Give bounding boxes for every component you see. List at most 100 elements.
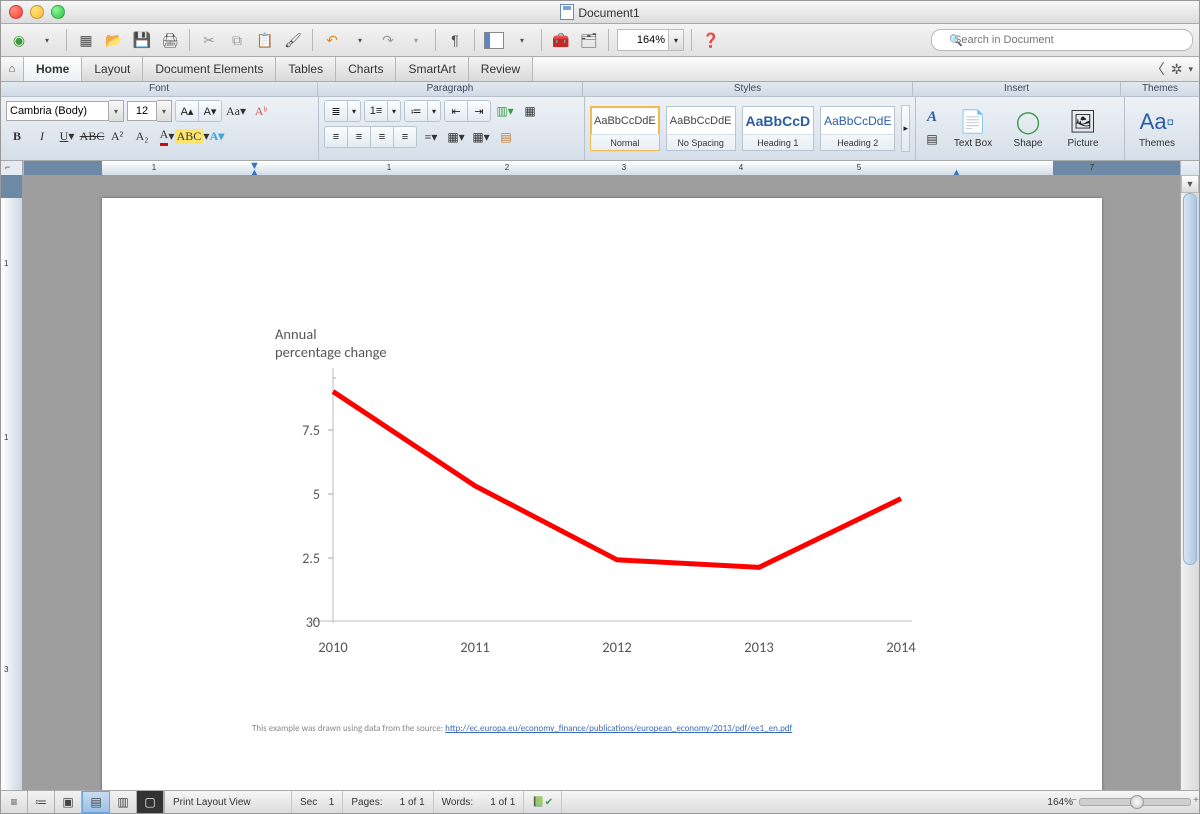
paste-icon[interactable]: 📋: [253, 28, 277, 52]
line-spacing-button[interactable]: ≡▾: [420, 127, 442, 147]
indent-buttons[interactable]: ⇤⇥: [444, 100, 491, 122]
status-words[interactable]: Words: 1 of 1: [434, 791, 525, 813]
print-icon[interactable]: 🖨: [158, 28, 182, 52]
view-fullscreen-button[interactable]: ▢: [137, 791, 164, 813]
styles-more-button[interactable]: ▸: [901, 105, 910, 152]
highlight-button[interactable]: ABC▾: [181, 126, 203, 146]
sidebar-dropdown-icon[interactable]: ▾: [510, 28, 534, 52]
superscript-button[interactable]: A²: [106, 126, 128, 146]
cut-icon[interactable]: ✂: [197, 28, 221, 52]
zoom-input[interactable]: [617, 29, 668, 51]
style-heading-1[interactable]: AaBbCcDHeading 1: [742, 106, 815, 151]
view-buttons: ≡ ≔ ▣ ▤ ▥ ▢: [1, 791, 165, 813]
themes-button[interactable]: Aa▫Themes: [1130, 106, 1184, 151]
tab-document-elements[interactable]: Document Elements: [143, 57, 276, 81]
toolbox-icon[interactable]: 🧰: [549, 28, 573, 52]
new-doc-icon[interactable]: ◉: [7, 28, 31, 52]
subscript-button[interactable]: A₂: [131, 126, 153, 146]
redo-icon[interactable]: ↷: [376, 28, 400, 52]
app-window: Document1 ◉ ▾ ▦ 📂 💾 🖨 ✂ ⧉ 📋 🖌 ↶ ▾ ↷ ▾ ¶ …: [0, 0, 1200, 814]
text-effects-button[interactable]: A▾: [206, 126, 228, 146]
clear-formatting-icon[interactable]: Aᵇ: [250, 101, 272, 121]
columns-icon[interactable]: ▥▾: [494, 101, 516, 121]
next-page-button[interactable]: ▼: [1181, 175, 1199, 193]
copy-icon[interactable]: ⧉: [225, 28, 249, 52]
sort-icon[interactable]: ▦: [519, 101, 541, 121]
zoom-slider-thumb[interactable]: [1130, 795, 1144, 809]
ribbon-dropdown-icon[interactable]: ▾: [1188, 64, 1193, 75]
change-case-icon[interactable]: Aa▾: [225, 101, 247, 121]
bold-button[interactable]: B: [6, 126, 28, 146]
italic-button[interactable]: I: [31, 126, 53, 146]
group-paragraph: ≣▾ 1≡▾ ≔▾ ⇤⇥ ▥▾ ▦ ≡≡≡≡ ≡▾ ▦▾ ▦▾ ▤: [319, 97, 585, 160]
group-insert: A ▤ 📄Text Box ◯Shape 🖼Picture: [916, 97, 1125, 160]
ribbon-collapse-icon[interactable]: 〈: [1151, 59, 1165, 79]
align-buttons[interactable]: ≡≡≡≡: [324, 126, 417, 148]
undo-icon[interactable]: ↶: [320, 28, 344, 52]
search-input[interactable]: [931, 29, 1193, 51]
zoom-dropdown-icon[interactable]: ▾: [668, 29, 684, 51]
strikethrough-button[interactable]: ABC: [81, 126, 103, 146]
borders-button[interactable]: ▦▾: [470, 127, 492, 147]
view-publishing-button[interactable]: ▣: [55, 791, 82, 813]
font-size-dropdown[interactable]: ▾: [127, 100, 172, 122]
numbering-button[interactable]: 1≡▾: [364, 100, 401, 122]
sort-button[interactable]: ▤: [495, 127, 517, 147]
tab-home[interactable]: Home: [24, 57, 82, 81]
new-dropdown-icon[interactable]: ▾: [35, 28, 59, 52]
view-outline-button[interactable]: ≔: [28, 791, 55, 813]
status-section[interactable]: Sec 1: [292, 791, 343, 813]
y-tick-2-5: 2.5: [280, 550, 320, 567]
style-no-spacing[interactable]: AaBbCcDdENo Spacing: [666, 106, 736, 151]
gallery-icon[interactable]: 🗂: [577, 28, 601, 52]
shading-button[interactable]: ▦▾: [445, 127, 467, 147]
vertical-ruler[interactable]: 1 1 3: [1, 175, 23, 791]
insert-picture-button[interactable]: 🖼Picture: [1056, 106, 1110, 151]
help-icon[interactable]: ❓: [699, 28, 723, 52]
scroll-thumb[interactable]: [1183, 193, 1197, 565]
template-icon[interactable]: ▦: [74, 28, 98, 52]
document-canvas[interactable]: Annual percentage change 7.: [22, 175, 1181, 791]
save-icon[interactable]: 💾: [130, 28, 154, 52]
tab-home-icon[interactable]: ⌂: [1, 57, 24, 81]
insert-textbox-button[interactable]: 📄Text Box: [946, 106, 1000, 151]
quick-styles-icon[interactable]: A: [921, 108, 943, 128]
format-painter-icon[interactable]: 🖌: [281, 28, 305, 52]
zoom-window-button[interactable]: [51, 5, 65, 19]
styles-pane-icon[interactable]: ▤: [921, 130, 943, 150]
tab-review[interactable]: Review: [469, 57, 533, 81]
show-marks-icon[interactable]: ¶: [443, 28, 467, 52]
bullets-button[interactable]: ≣▾: [324, 100, 361, 122]
view-print-layout-button[interactable]: ▤: [82, 791, 110, 813]
underline-button[interactable]: U▾: [56, 126, 78, 146]
insert-shape-button[interactable]: ◯Shape: [1001, 106, 1055, 151]
y-tick-7-5: 7.5: [280, 422, 320, 439]
minimize-window-button[interactable]: [30, 5, 44, 19]
tab-layout[interactable]: Layout: [82, 57, 143, 81]
redo-dropdown-icon[interactable]: ▾: [404, 28, 428, 52]
zoom-slider[interactable]: − +: [1079, 798, 1191, 806]
view-draft-button[interactable]: ≡: [1, 791, 28, 813]
view-notebook-button[interactable]: ▥: [110, 791, 137, 813]
chart-source-link[interactable]: http://ec.europa.eu/economy_finance/publ…: [445, 723, 792, 734]
status-spell-icon[interactable]: 📗✔: [524, 791, 562, 813]
status-pages[interactable]: Pages: 1 of 1: [343, 791, 433, 813]
style-normal[interactable]: AaBbCcDdENormal: [590, 106, 660, 151]
close-window-button[interactable]: [9, 5, 23, 19]
chart[interactable]: Annual percentage change 7.: [252, 318, 972, 748]
multilevel-button[interactable]: ≔▾: [404, 100, 441, 122]
zoom-control[interactable]: ▾: [617, 29, 684, 51]
vertical-scrollbar[interactable]: ▲ ▼ ≡ ▼: [1180, 175, 1199, 791]
font-name-dropdown[interactable]: ▾: [6, 100, 124, 122]
tab-charts[interactable]: Charts: [336, 57, 396, 81]
tab-tables[interactable]: Tables: [276, 57, 336, 81]
status-zoom-value[interactable]: 164%: [1047, 797, 1073, 808]
tab-smartart[interactable]: SmartArt: [396, 57, 468, 81]
style-heading-2[interactable]: AaBbCcDdEHeading 2: [820, 106, 895, 151]
status-view-label: Print Layout View: [165, 791, 292, 813]
ribbon-options-icon[interactable]: ✲: [1171, 61, 1183, 78]
open-icon[interactable]: 📂: [102, 28, 126, 52]
sidebar-icon[interactable]: [482, 28, 506, 52]
font-grow-shrink[interactable]: A▴A▾: [175, 100, 222, 122]
undo-dropdown-icon[interactable]: ▾: [348, 28, 372, 52]
